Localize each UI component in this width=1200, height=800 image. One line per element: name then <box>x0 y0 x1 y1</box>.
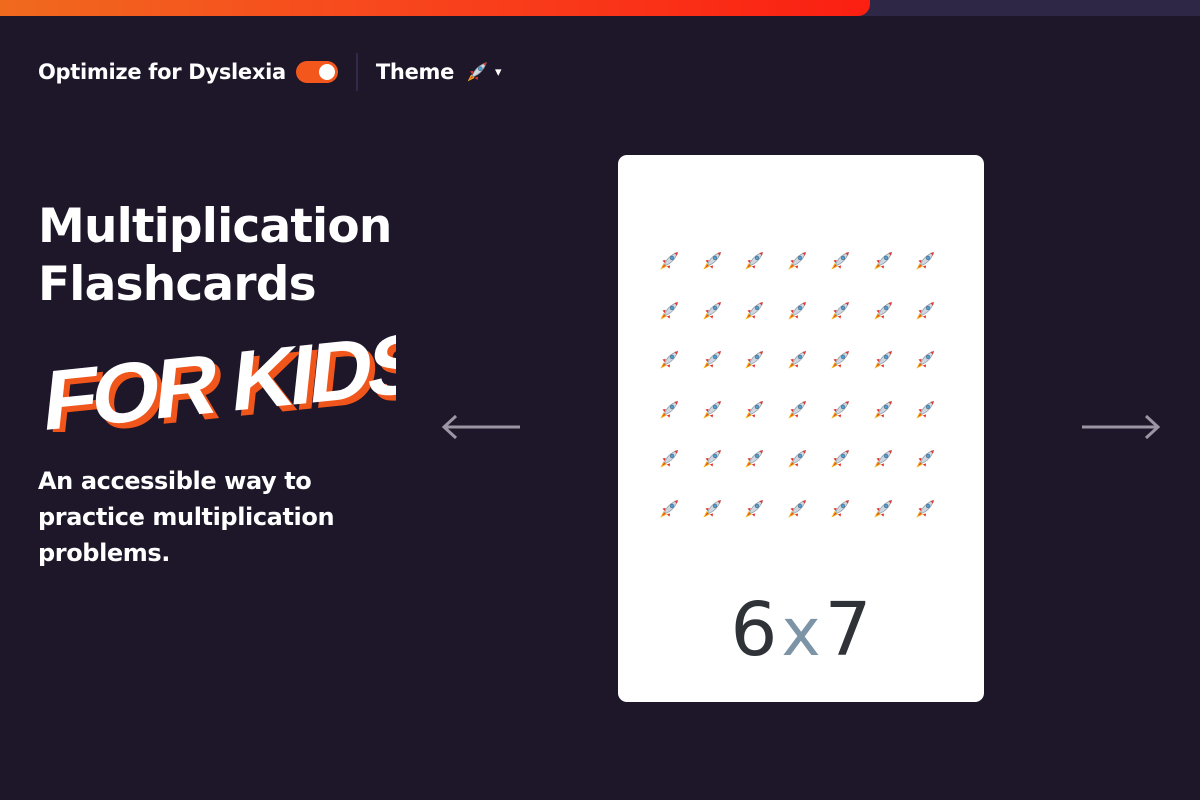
rocket-icon <box>741 248 767 274</box>
rocket-icon <box>827 446 853 472</box>
arrow-left-icon <box>441 414 520 440</box>
theme-dropdown[interactable]: Theme ▾ <box>376 58 502 86</box>
rocket-icon <box>827 397 853 423</box>
rocket-icon <box>699 397 725 423</box>
right-operand: 7 <box>824 587 872 673</box>
rocket-icon <box>699 496 725 522</box>
rocket-icon <box>827 496 853 522</box>
rocket-icon <box>870 347 896 373</box>
rocket-icon <box>656 347 682 373</box>
toggle-knob <box>318 64 335 80</box>
rocket-icon <box>784 298 810 324</box>
previous-card-button[interactable] <box>440 410 522 444</box>
rocket-icon <box>870 397 896 423</box>
rocket-icon <box>784 397 810 423</box>
rocket-icon <box>827 298 853 324</box>
rocket-icon <box>784 347 810 373</box>
multiplication-problem: 6x7 <box>618 590 984 673</box>
rocket-grid <box>656 248 956 528</box>
rocket-icon <box>870 248 896 274</box>
rocket-icon <box>784 496 810 522</box>
rocket-icon <box>656 298 682 324</box>
chevron-down-icon: ▾ <box>495 64 502 80</box>
rocket-icon <box>741 397 767 423</box>
progress-bar <box>0 0 1200 16</box>
dyslexia-label: Optimize for Dyslexia <box>38 60 286 84</box>
rocket-icon <box>656 496 682 522</box>
arrow-right-icon <box>1082 414 1161 440</box>
rocket-icon <box>463 58 491 86</box>
rocket-icon <box>870 298 896 324</box>
rocket-icon <box>912 248 938 274</box>
rocket-icon <box>656 248 682 274</box>
theme-label: Theme <box>375 60 455 84</box>
toolbar: Optimize for Dyslexia Theme ▾ <box>38 52 502 92</box>
rocket-icon <box>827 347 853 373</box>
rocket-icon <box>912 347 938 373</box>
page-subtitle: An accessible way to practice multiplica… <box>38 467 335 567</box>
rocket-icon <box>912 496 938 522</box>
rocket-icon <box>656 397 682 423</box>
flashcards-page: Optimize for Dyslexia Theme ▾ Multiplica… <box>0 0 1200 800</box>
rocket-icon <box>912 397 938 423</box>
operator: x <box>781 594 821 671</box>
rocket-icon <box>870 496 896 522</box>
rocket-icon <box>699 298 725 324</box>
rocket-icon <box>699 446 725 472</box>
dyslexia-toggle[interactable] <box>295 61 338 83</box>
rocket-icon <box>784 248 810 274</box>
page-title: Multiplication Flashcards <box>38 199 392 312</box>
rocket-icon <box>784 446 810 472</box>
rocket-icon <box>827 248 853 274</box>
rocket-icon <box>656 446 682 472</box>
rocket-icon <box>699 248 725 274</box>
next-card-button[interactable] <box>1080 410 1162 444</box>
toolbar-divider <box>355 53 358 91</box>
progress-bar-fill <box>0 0 870 16</box>
rocket-icon <box>912 298 938 324</box>
rocket-icon <box>741 496 767 522</box>
rocket-icon <box>870 446 896 472</box>
rocket-icon <box>912 446 938 472</box>
rocket-icon <box>741 298 767 324</box>
svg-text:FOR KIDS!: FOR KIDS! <box>39 322 396 432</box>
rocket-icon <box>699 347 725 373</box>
rocket-icon <box>741 446 767 472</box>
rocket-icon <box>741 347 767 373</box>
for-kids-logo: FOR KIDS! FOR KIDS! <box>36 312 456 454</box>
left-operand: 6 <box>730 587 778 673</box>
